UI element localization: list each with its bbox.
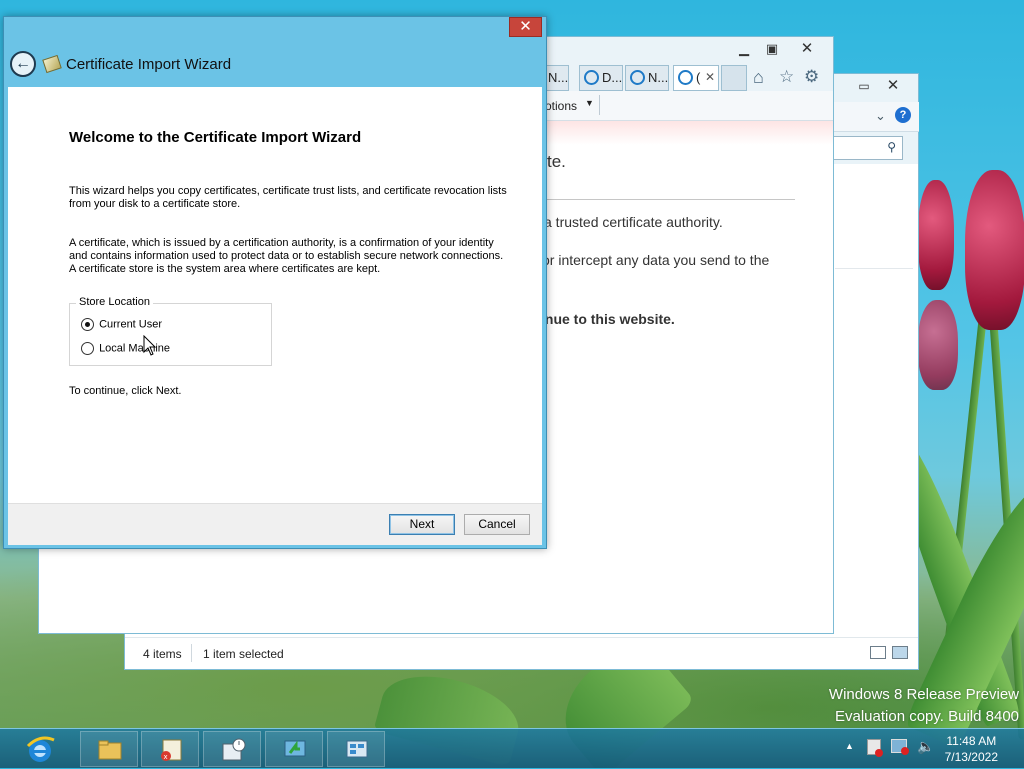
close-button[interactable]: ✕ (880, 77, 906, 95)
help-icon[interactable]: ? (895, 107, 911, 123)
calendar-clock-icon (222, 738, 246, 761)
current-user-option[interactable]: Current User (81, 318, 162, 331)
status-selected-count: 1 item selected (203, 647, 284, 661)
radio-button[interactable] (81, 342, 94, 355)
minimize-button[interactable]: ▭ (851, 77, 877, 95)
status-item-count: 4 items (143, 647, 182, 661)
certificate-import-wizard-dialog: ✕ ← Certificate Import Wizard Welcome to… (3, 16, 547, 549)
certificate-icon: x (161, 739, 182, 761)
taskbar-file-explorer[interactable] (80, 731, 138, 767)
ie-page-icon (678, 70, 693, 85)
tab-label: N... (648, 70, 669, 85)
page-title: Welcome to the Certificate Import Wizard (69, 129, 362, 146)
clock-time: 11:48 AM (946, 734, 997, 748)
page-text-line: or intercept any data you send to the (542, 252, 770, 268)
folder-icon (98, 740, 122, 760)
close-button[interactable]: ✕ (794, 40, 820, 58)
page-text-line: te. (547, 152, 566, 171)
ie-page-icon (584, 70, 599, 85)
svg-text:x: x (164, 753, 168, 761)
action-center-flag-icon[interactable] (867, 739, 883, 757)
cancel-button[interactable]: Cancel (464, 514, 530, 535)
browser-tab[interactable]: D... (579, 65, 623, 91)
tulip-flower (918, 180, 954, 290)
settings-gear-icon[interactable]: ⚙ (804, 67, 819, 87)
evaluation-watermark: Windows 8 Release Preview Evaluation cop… (829, 684, 1019, 728)
volume-muted-icon[interactable]: 🔈 (917, 738, 934, 755)
taskbar: x ▲ 🔈 11:48 AM 7/13/2022 (0, 728, 1024, 768)
taskbar-server-tool[interactable] (265, 731, 323, 767)
next-button[interactable]: Next (389, 514, 455, 535)
continue-link[interactable]: inue to this website. (541, 311, 675, 327)
favorites-star-icon[interactable]: ☆ (779, 67, 794, 87)
certificate-icon (42, 54, 62, 74)
back-arrow-icon[interactable]: ← (10, 51, 36, 77)
control-panel-icon (346, 740, 368, 758)
tulip-flower (918, 300, 958, 390)
ribbon-bar: ⌄ ? (825, 102, 919, 132)
large-icons-view-icon[interactable] (892, 646, 908, 659)
details-view-icon[interactable] (870, 646, 886, 659)
browser-tab-active[interactable]: ( ✕ (673, 65, 719, 91)
new-tab-button[interactable] (721, 65, 747, 91)
continue-instruction: To continue, click Next. (69, 385, 182, 397)
option-label: Current User (99, 318, 163, 331)
chevron-down-icon[interactable]: ▼ (585, 98, 594, 108)
minimize-button[interactable]: ▁ (731, 40, 757, 58)
divider (191, 644, 192, 662)
monitor-arrow-icon (284, 740, 306, 757)
clock-date: 7/13/2022 (944, 750, 998, 764)
taskbar-certificate-manager[interactable]: x (141, 731, 199, 767)
home-icon[interactable]: ⌂ (753, 67, 764, 88)
search-input[interactable]: ⚲ (831, 136, 903, 160)
taskbar-task-scheduler[interactable] (203, 731, 261, 767)
taskbar-internet-explorer[interactable] (10, 731, 68, 767)
store-location-label: Store Location (76, 296, 153, 308)
status-bar: 4 items 1 item selected (125, 637, 918, 669)
show-hidden-icons-arrow-icon[interactable]: ▲ (845, 741, 854, 751)
wizard-header: ← Certificate Import Wizard (4, 47, 546, 87)
search-icon[interactable]: ⚲ (887, 140, 896, 154)
maximize-button[interactable]: ▣ (759, 40, 785, 58)
page-text-line: a trusted certificate authority. (544, 214, 723, 230)
dialog-title: Certificate Import Wizard (66, 56, 232, 73)
divider (835, 268, 913, 269)
store-location-group: Store Location Current User Local Machin… (69, 296, 272, 366)
watermark-line: Evaluation copy. Build 8400 (834, 708, 1019, 725)
internet-explorer-icon (26, 736, 55, 762)
network-icon[interactable] (891, 739, 909, 755)
chevron-down-icon[interactable]: ⌄ (875, 108, 886, 124)
taskbar-control-panel[interactable] (327, 731, 385, 767)
tools-menu-label[interactable]: otions (545, 99, 577, 113)
wizard-footer: Next Cancel (8, 503, 542, 545)
tab-label: ( (696, 70, 701, 85)
tab-label: N... (548, 70, 569, 85)
mouse-cursor-icon (143, 335, 157, 356)
intro-paragraph: This wizard helps you copy certificates,… (69, 185, 507, 210)
ie-page-icon (630, 70, 645, 85)
system-clock[interactable]: 11:48 AM 7/13/2022 (945, 733, 998, 765)
tab-label: D... (602, 70, 623, 85)
divider (547, 199, 795, 200)
tulip-flower (965, 170, 1024, 330)
tab-close-icon[interactable]: ✕ (705, 70, 715, 84)
divider (599, 95, 600, 115)
browser-tab[interactable]: N... (625, 65, 669, 91)
option-label: Local Machine (99, 342, 170, 355)
wizard-content: Welcome to the Certificate Import Wizard… (8, 87, 542, 503)
close-button[interactable]: ✕ (509, 17, 542, 37)
description-paragraph: A certificate, which is issued by a cert… (69, 237, 504, 275)
watermark-line: Windows 8 Release Preview (828, 686, 1019, 703)
radio-button-selected[interactable] (81, 318, 94, 331)
